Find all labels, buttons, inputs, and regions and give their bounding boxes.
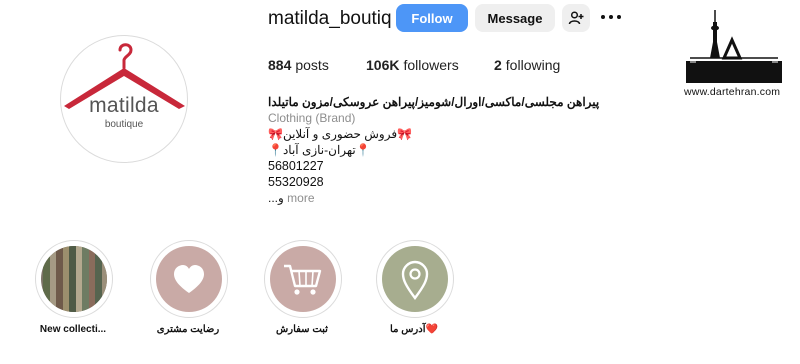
person-plus-icon (568, 11, 584, 25)
bio-line-sales: 🎀فروش حضوری و آنلاین🎀 (268, 127, 412, 141)
ellipsis-icon[interactable] (600, 10, 622, 24)
posts-count: 884 (268, 57, 292, 73)
highlight-address[interactable] (376, 240, 454, 318)
heart-icon (174, 265, 204, 293)
fabric-photo (41, 246, 107, 312)
bio-phone-2: 55320928 (268, 175, 324, 189)
highlight-order[interactable] (264, 240, 342, 318)
location-pin-icon (401, 260, 429, 301)
following-stat[interactable]: 2 following (494, 57, 560, 73)
avatar-brand-sub: boutique (104, 119, 144, 130)
highlight-customer-satisfaction[interactable] (150, 240, 228, 318)
posts-label: posts (295, 57, 329, 73)
followers-count: 106K (366, 57, 400, 73)
bio-line-location: 📍تهران-نازی آباد📍 (268, 143, 371, 157)
highlight-label: رضایت مشتری (156, 324, 220, 335)
following-label: following (505, 57, 561, 73)
bio-more-link[interactable]: more (287, 191, 314, 205)
posts-stat[interactable]: 884 posts (268, 57, 329, 73)
bio-headline: پیراهن مجلسی/ماکسی/اورال/شومیز/پیراهن عر… (268, 95, 600, 109)
watermark-site: www.dartehran.com (684, 86, 781, 98)
bio-category: Clothing (Brand) (268, 111, 356, 125)
cart-icon (284, 264, 322, 295)
bio-more-row[interactable]: ...و more (268, 190, 315, 206)
followers-label: followers (403, 57, 459, 73)
suggested-accounts-button[interactable] (562, 4, 590, 32)
following-count: 2 (494, 57, 502, 73)
avatar-brand-name: matilda (89, 94, 159, 117)
highlight-new-collection[interactable] (35, 240, 113, 318)
highlight-label: آدرس ما❤️ (390, 324, 438, 335)
profile-avatar[interactable]: matilda boutique (60, 35, 188, 163)
follow-button[interactable]: Follow (396, 4, 468, 32)
followers-stat[interactable]: 106K followers (366, 57, 459, 73)
username: matilda_boutiq (268, 8, 392, 29)
highlight-label: New collecti... (39, 324, 107, 335)
message-button[interactable]: Message (475, 4, 555, 32)
highlight-label: ثبت سفارش (276, 324, 328, 335)
bio-phone-1: 56801227 (268, 159, 324, 173)
bio-truncated: ...و (268, 191, 284, 205)
